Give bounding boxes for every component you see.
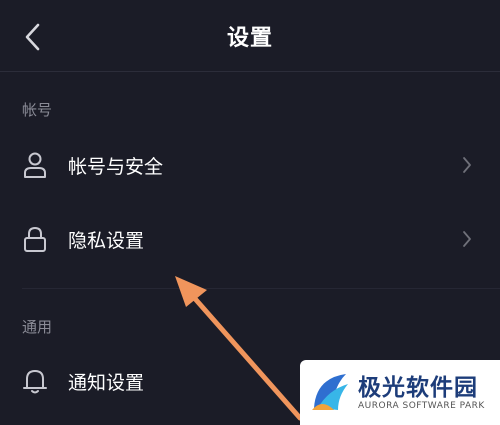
section-label-general: 通用: [22, 318, 53, 336]
chevron-right-icon: [463, 157, 471, 173]
privacy-settings-row[interactable]: 隐私设置: [0, 210, 500, 268]
privacy-settings-label: 隐私设置: [68, 230, 145, 252]
watermark-name: 极光软件园: [358, 375, 478, 401]
bell-icon: [23, 370, 47, 394]
section-label-account: 帐号: [22, 101, 53, 119]
account-security-label: 帐号与安全: [68, 156, 164, 178]
top-bar: 设置: [0, 0, 500, 72]
notification-settings-label: 通知设置: [68, 372, 145, 394]
user-icon: [24, 152, 46, 178]
watermark: 极光软件园 AURORA SOFTWARE PARK: [300, 360, 500, 425]
section-divider: [22, 288, 500, 289]
header-divider: [0, 71, 500, 72]
aurora-logo-icon: [312, 374, 348, 410]
chevron-right-icon: [463, 231, 471, 247]
account-security-row[interactable]: 帐号与安全: [0, 136, 500, 194]
page-title: 设置: [226, 26, 273, 51]
lock-icon: [24, 226, 46, 252]
watermark-subtitle: AURORA SOFTWARE PARK: [358, 401, 485, 411]
